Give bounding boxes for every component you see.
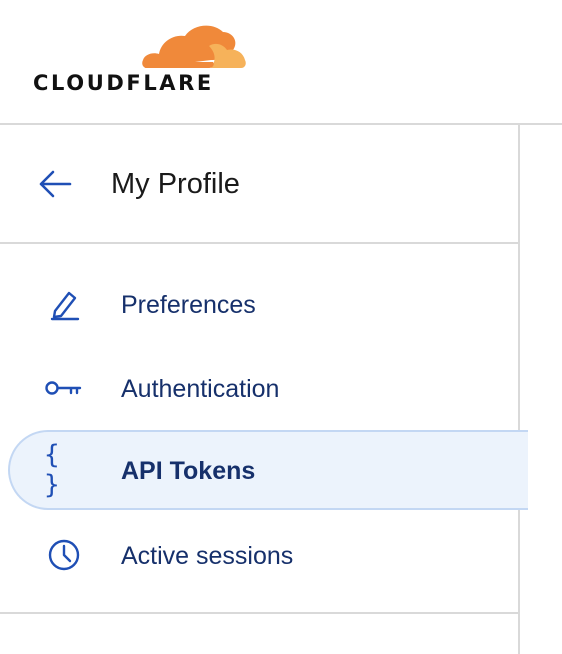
top-bar: CLOUDFLARE xyxy=(0,0,562,125)
divider xyxy=(0,612,518,614)
cloudflare-wordmark: CLOUDFLARE xyxy=(33,71,214,95)
active-item-highlight xyxy=(8,430,528,510)
sidebar-item-label: API Tokens xyxy=(121,457,256,485)
sidebar-item-label: Preferences xyxy=(121,291,256,319)
sidebar-item-label: Authentication xyxy=(121,375,280,403)
braces-icon: { } xyxy=(44,440,64,500)
sidebar-item-api-tokens[interactable]: { } API Tokens xyxy=(0,428,528,512)
pencil-icon xyxy=(44,286,84,322)
key-icon xyxy=(44,370,84,406)
clock-icon xyxy=(44,537,84,573)
profile-header: My Profile xyxy=(0,125,518,244)
sidebar-item-active-sessions[interactable]: Active sessions xyxy=(0,513,518,597)
sidebar-item-label: Active sessions xyxy=(121,542,294,570)
arrow-left-icon[interactable] xyxy=(37,168,73,200)
profile-sidebar: My Profile Preferences Authentication { … xyxy=(0,125,528,654)
sidebar-item-preferences[interactable]: Preferences xyxy=(0,262,518,346)
cloud-logo-icon xyxy=(142,25,246,68)
cloudflare-logo[interactable]: CLOUDFLARE xyxy=(33,20,247,95)
page-title: My Profile xyxy=(111,168,240,200)
sidebar-item-authentication[interactable]: Authentication xyxy=(0,346,518,430)
